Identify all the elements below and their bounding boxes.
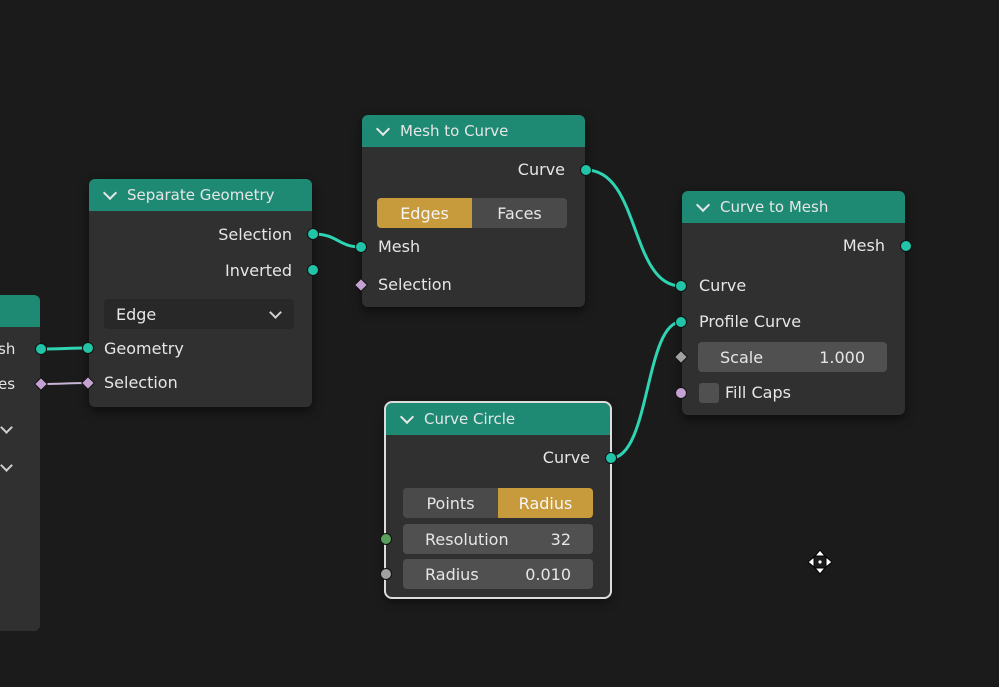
input-curve-label: Curve [699, 276, 747, 295]
input-mesh-label: Mesh [378, 237, 421, 256]
mesh-to-curve-mesh-input-socket[interactable] [355, 241, 367, 253]
curve-circle-curve-output-socket[interactable] [605, 452, 617, 464]
radius-label: Radius [425, 564, 479, 584]
resolution-field[interactable]: Resolution 32 [403, 524, 593, 554]
left-node-partial[interactable]: sh es [0, 295, 40, 631]
separate-inverted-output-socket[interactable] [307, 264, 319, 276]
chevron-down-icon[interactable] [375, 121, 391, 137]
scale-value: 1.000 [819, 347, 865, 367]
mode-faces-button[interactable]: Faces [472, 198, 567, 228]
link-mesh-to-geometry [40, 346, 89, 351]
output-curve-label: Curve [517, 160, 565, 179]
mode-edges-button[interactable]: Edges [377, 198, 472, 228]
curve-to-mesh-node[interactable]: Curve to Mesh Mesh Curve Profile Curve S… [682, 191, 905, 415]
scale-field[interactable]: Scale 1.000 [698, 342, 887, 372]
left-node-mesh-socket[interactable] [35, 343, 47, 355]
curve-to-mesh-title: Curve to Mesh [720, 198, 829, 216]
curve-circle-title: Curve Circle [424, 410, 516, 428]
mode-toggle[interactable]: Edges Faces [377, 198, 567, 228]
curve-to-mesh-fill-caps-socket[interactable] [675, 387, 687, 399]
chevron-down-icon [269, 305, 282, 319]
input-geometry-label: Geometry [104, 339, 184, 358]
link-circle-to-profile [610, 320, 682, 460]
resolution-label: Resolution [425, 529, 509, 549]
mesh-to-curve-curve-output-socket[interactable] [580, 164, 592, 176]
mesh-to-curve-title: Mesh to Curve [400, 122, 509, 140]
curve-to-mesh-curve-input-socket[interactable] [675, 280, 687, 292]
separate-geometry-input-socket[interactable] [82, 342, 94, 354]
curve-circle-resolution-input-socket[interactable] [380, 533, 392, 545]
mesh-to-curve-node[interactable]: Mesh to Curve Curve Edges Faces Mesh Sel… [362, 115, 585, 307]
left-node-header [0, 295, 40, 327]
output-mesh-label: Mesh [842, 236, 885, 255]
separate-geometry-node[interactable]: Separate Geometry Selection Inverted Edg… [89, 179, 312, 407]
chevron-down-icon[interactable] [0, 421, 13, 434]
radius-field[interactable]: Radius 0.010 [403, 559, 593, 589]
input-selection-label: Selection [104, 373, 178, 392]
move-cursor-icon [807, 549, 833, 575]
separate-geometry-title: Separate Geometry [127, 186, 275, 204]
input-selection-label: Selection [378, 275, 452, 294]
curve-to-mesh-profile-input-socket[interactable] [675, 316, 687, 328]
separate-selection-output-socket[interactable] [307, 228, 319, 240]
link-selection-to-mesh [312, 232, 362, 249]
link-curve-to-curve [585, 168, 682, 288]
domain-value: Edge [116, 304, 157, 324]
curve-to-mesh-header[interactable]: Curve to Mesh [682, 191, 905, 223]
chevron-down-icon[interactable] [0, 459, 13, 472]
chevron-down-icon[interactable] [399, 409, 415, 425]
curve-circle-radius-input-socket[interactable] [380, 568, 392, 580]
fill-caps-label: Fill Caps [725, 383, 791, 402]
scale-label: Scale [720, 347, 764, 367]
curve-circle-header[interactable]: Curve Circle [386, 403, 610, 435]
radius-value: 0.010 [525, 564, 571, 584]
curve-to-mesh-mesh-output-socket[interactable] [900, 240, 912, 252]
domain-dropdown[interactable]: Edge [104, 299, 294, 329]
fill-caps-checkbox[interactable] [699, 383, 719, 403]
input-profile-curve-label: Profile Curve [699, 312, 802, 331]
separate-geometry-header[interactable]: Separate Geometry [89, 179, 312, 211]
chevron-down-icon[interactable] [695, 197, 711, 213]
resolution-value: 32 [550, 529, 571, 549]
output-inverted-label: Inverted [224, 261, 292, 280]
mesh-to-curve-header[interactable]: Mesh to Curve [362, 115, 585, 147]
circle-mode-toggle[interactable]: Points Radius [403, 488, 593, 518]
chevron-down-icon[interactable] [102, 185, 118, 201]
curve-circle-node[interactable]: Curve Circle Curve Points Radius Resolut… [384, 401, 612, 599]
left-node-mesh-label: sh [0, 340, 16, 358]
node-editor-canvas[interactable]: sh es Separate Geometry Selection Invert… [0, 0, 999, 687]
output-curve-label: Curve [542, 448, 590, 467]
output-selection-label: Selection [218, 225, 292, 244]
mode-points-button[interactable]: Points [403, 488, 498, 518]
left-node-selection-label: es [0, 375, 16, 393]
mode-radius-button[interactable]: Radius [498, 488, 593, 518]
